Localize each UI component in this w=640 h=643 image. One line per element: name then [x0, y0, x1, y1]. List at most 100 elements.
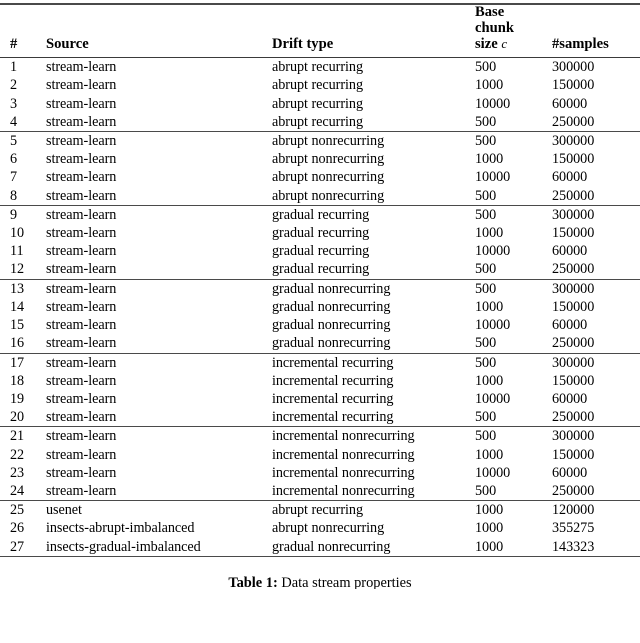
column-header-base-chunk-size: Base chunk size c	[468, 4, 545, 59]
cell-chunk-size: 500	[475, 261, 497, 278]
cell-chunk-size: 500	[468, 57, 545, 77]
table-row: 9 stream-learn gradual recurring 500 300000	[0, 204, 640, 225]
cell-samples: 120000	[545, 500, 640, 520]
cell-chunk-size: 500	[468, 352, 545, 372]
cell-chunk-size: 500	[475, 482, 497, 499]
cell-chunk-size: 1000	[475, 446, 504, 463]
cell-drift-type: incremental recurring	[266, 352, 468, 372]
cell-drift-type: abrupt recurring	[272, 77, 363, 94]
cell-number: 8	[10, 187, 18, 204]
table-row: 12 stream-learn gradual recurring 500 250000	[0, 260, 640, 279]
cell-source: stream-learn	[46, 187, 117, 204]
table-row: 6 stream-learn abrupt nonrecurring 1000 1500…	[0, 150, 640, 168]
cell-drift-type: gradual nonrecurring	[266, 278, 468, 298]
cell-drift-type: gradual recurring	[272, 261, 370, 278]
cell-source: insects-gradual-imbalanced	[46, 538, 201, 555]
cell-number: 22	[10, 446, 25, 463]
cell-number: 18	[10, 372, 25, 389]
table-row: 25 usenet abrupt recurring 1000 120000	[0, 500, 640, 520]
cell-source: stream-learn	[46, 95, 117, 112]
cell-samples: 150000	[552, 225, 595, 242]
cell-drift-type: abrupt nonrecurring	[266, 131, 468, 151]
cell-number: 14	[10, 298, 25, 315]
cell-chunk-size: 1000	[475, 520, 504, 537]
cell-drift-type: incremental recurring	[272, 372, 394, 389]
cell-samples: 355275	[552, 520, 595, 537]
table-row: 10 stream-learn gradual recurring 1000 15000…	[0, 224, 640, 242]
cell-samples: 60000	[552, 390, 588, 407]
table-row: 21 stream-learn incremental nonrecurring 50…	[0, 426, 640, 446]
cell-number: 4	[10, 113, 18, 130]
cell-samples: 250000	[552, 335, 595, 352]
cell-chunk-size: 500	[475, 113, 497, 130]
table-row: 2 stream-learn abrupt recurring 1000 150000	[0, 76, 640, 94]
cell-samples: 250000	[552, 482, 595, 499]
cell-samples: 60000	[552, 243, 588, 260]
cell-chunk-size: 10000	[475, 464, 511, 481]
cell-chunk-size: 500	[475, 187, 497, 204]
cell-source: stream-learn	[46, 298, 117, 315]
cell-number: 6	[10, 151, 18, 168]
cell-drift-type: incremental nonrecurring	[272, 464, 415, 481]
cell-drift-type: incremental nonrecurring	[272, 446, 415, 463]
cell-chunk-size: 1000	[468, 500, 545, 520]
data-stream-properties-table: # Source Drift type Base chunk size c #s…	[0, 4, 640, 556]
cell-number: 17	[0, 352, 38, 372]
cell-samples: 300000	[545, 278, 640, 298]
cell-drift-type: abrupt recurring	[272, 113, 363, 130]
cell-source: stream-learn	[46, 446, 117, 463]
table-row: 18 stream-learn incremental recurring 1000 1…	[0, 372, 640, 390]
cell-chunk-size: 1000	[475, 372, 504, 389]
column-header-source: Source	[38, 5, 266, 59]
cell-number: 25	[0, 500, 38, 520]
table-row: 24 stream-learn incremental nonrecurring 50…	[0, 482, 640, 501]
cell-source: stream-learn	[38, 204, 266, 225]
cell-drift-type: abrupt recurring	[266, 500, 468, 520]
cell-number: 21	[0, 426, 38, 446]
cell-samples: 60000	[552, 169, 588, 186]
cell-drift-type: abrupt nonrecurring	[272, 187, 385, 204]
cell-drift-type: abrupt nonrecurring	[272, 151, 385, 168]
cell-drift-type: gradual nonrecurring	[272, 317, 391, 334]
cell-chunk-size: 10000	[475, 243, 511, 260]
caption-text: Data stream properties	[281, 574, 412, 589]
table-header-row: # Source Drift type Base chunk size c #s…	[0, 4, 640, 59]
cell-number: 27	[10, 538, 25, 555]
cell-chunk-size: 500	[475, 409, 497, 426]
cell-chunk-size: 1000	[475, 151, 504, 168]
cell-samples: 300000	[545, 131, 640, 151]
table-row: 15 stream-learn gradual nonrecurring 10000 6…	[0, 316, 640, 334]
table-row: 1 stream-learn abrupt recurring 500 300000	[0, 57, 640, 77]
cell-number: 24	[10, 482, 25, 499]
cell-chunk-size: 500	[468, 426, 545, 446]
cell-source: insects-abrupt-imbalanced	[46, 520, 195, 537]
cell-samples: 143323	[552, 538, 595, 555]
cell-drift-type: incremental nonrecurring	[266, 426, 468, 446]
table-row: 4 stream-learn abrupt recurring 500 250000	[0, 113, 640, 132]
cell-source: stream-learn	[46, 482, 117, 499]
cell-samples: 60000	[552, 317, 588, 334]
table-row: 27 insects-gradual-imbalanced gradual nonr…	[0, 538, 640, 556]
cell-drift-type: abrupt recurring	[266, 57, 468, 77]
cell-number: 19	[10, 390, 25, 407]
cell-samples: 60000	[552, 95, 588, 112]
chunk-header-math-symbol: c	[501, 35, 508, 51]
cell-samples: 300000	[545, 352, 640, 372]
caption-label: Table 1:	[228, 574, 278, 589]
table-row: 13 stream-learn gradual nonrecurring 500 300…	[0, 278, 640, 298]
cell-number: 11	[10, 243, 24, 260]
cell-chunk-size: 500	[468, 204, 545, 225]
table-row: 17 stream-learn incremental recurring 500 30…	[0, 352, 640, 372]
cell-drift-type: gradual nonrecurring	[272, 298, 391, 315]
cell-number: 3	[10, 95, 18, 112]
cell-source: stream-learn	[38, 57, 266, 77]
cell-drift-type: abrupt nonrecurring	[272, 169, 385, 186]
chunk-header-line-3: size	[475, 35, 498, 52]
cell-drift-type: abrupt recurring	[272, 95, 363, 112]
cell-number: 7	[10, 169, 18, 186]
cell-source: stream-learn	[38, 131, 266, 151]
cell-drift-type: gradual recurring	[272, 243, 370, 260]
cell-number: 12	[10, 261, 25, 278]
chunk-header-line-1: Base	[475, 4, 505, 20]
cell-samples: 300000	[545, 57, 640, 77]
